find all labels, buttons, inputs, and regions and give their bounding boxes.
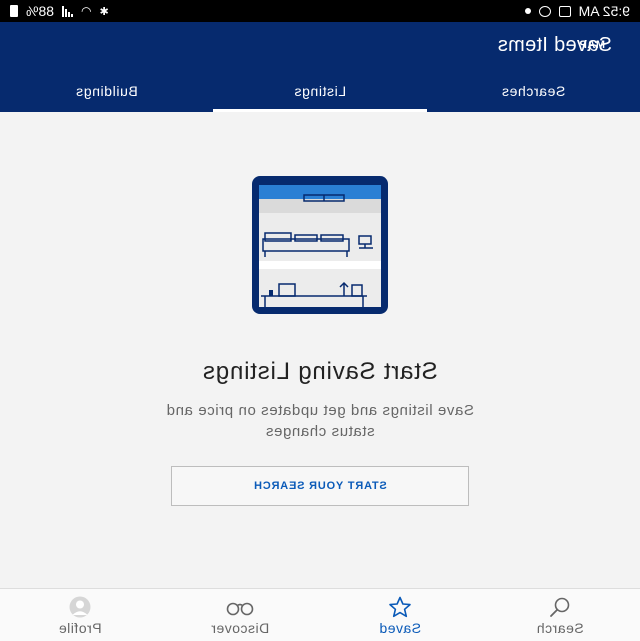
nav-label: Discover: [210, 620, 270, 636]
profile-icon: [69, 596, 91, 618]
notification-icon: [558, 5, 571, 17]
tab-searches[interactable]: Searches: [427, 70, 640, 112]
nav-item-search[interactable]: Search: [480, 589, 640, 641]
app-header: Saved Items MAP Searches Listings Buildi…: [0, 22, 640, 112]
empty-state-heading: Start Saving Listings: [202, 358, 438, 385]
dot-icon: [524, 8, 531, 14]
signal-icon: [62, 5, 74, 17]
tab-listings[interactable]: Listings: [213, 70, 426, 112]
nav-label: Profile: [58, 620, 102, 636]
search-icon: [550, 597, 570, 617]
empty-state-description: Save listings and get updates on price a…: [166, 402, 474, 440]
star-icon: [389, 596, 411, 618]
nav-label: Saved: [378, 620, 422, 636]
status-time: 9:52 AM: [578, 3, 630, 19]
tab-buildings[interactable]: Buildings: [0, 70, 213, 112]
tab-bar: Searches Listings Buildings: [0, 70, 640, 112]
status-bar: 9:52 AM ✱ ◠ 88%: [0, 0, 640, 22]
fan-icon: [538, 5, 551, 17]
map-button[interactable]: MAP: [572, 39, 612, 51]
phone-listing-illustration: [252, 176, 388, 314]
battery-icon: [10, 5, 18, 17]
app-screen: 9:52 AM ✱ ◠ 88% Saved Items MAP Searches…: [0, 0, 640, 641]
nav-label: Search: [536, 620, 584, 636]
bottom-navigation: Search Saved Discover Profile: [0, 588, 640, 641]
start-search-button[interactable]: START YOUR SEARCH: [171, 466, 469, 506]
binoculars-icon: [226, 602, 254, 616]
wifi-icon: ◠: [81, 4, 92, 18]
bluetooth-icon: ✱: [99, 5, 109, 18]
nav-item-profile[interactable]: Profile: [0, 589, 160, 641]
nav-item-discover[interactable]: Discover: [160, 589, 320, 641]
battery-percent: 88%: [26, 3, 55, 19]
nav-item-saved[interactable]: Saved: [320, 589, 480, 641]
